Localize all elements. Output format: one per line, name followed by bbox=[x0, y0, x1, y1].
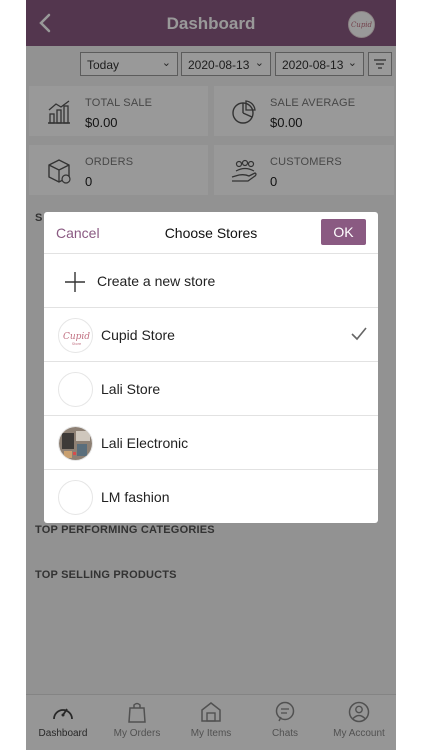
svg-text:Cupid: Cupid bbox=[63, 332, 90, 342]
ok-button[interactable]: OK bbox=[321, 219, 366, 245]
store-name: Cupid Store bbox=[101, 327, 175, 343]
store-name: Lali Store bbox=[101, 381, 161, 397]
store-logo-placeholder bbox=[58, 372, 93, 407]
choose-stores-dialog: Cancel Choose Stores OK Create a new sto… bbox=[44, 212, 378, 523]
store-name: Lali Electronic bbox=[101, 435, 189, 451]
cupid-logo: Cupid Store bbox=[58, 318, 93, 353]
store-row[interactable]: Cupid Store Cupid Store bbox=[44, 309, 378, 362]
store-row[interactable]: LM fashion bbox=[44, 471, 378, 523]
plus-icon bbox=[65, 272, 85, 292]
store-name: LM fashion bbox=[101, 489, 170, 505]
create-store-row[interactable]: Create a new store bbox=[44, 255, 378, 308]
store-logo-photo bbox=[58, 426, 93, 461]
svg-text:Store: Store bbox=[72, 342, 81, 346]
store-row[interactable]: Lali Electronic bbox=[44, 417, 378, 470]
dialog-header: Cancel Choose Stores OK bbox=[44, 212, 378, 254]
store-row[interactable]: Lali Store bbox=[44, 363, 378, 416]
store-logo-placeholder bbox=[58, 480, 93, 515]
checkmark-icon bbox=[351, 327, 367, 341]
create-store-label: Create a new store bbox=[97, 273, 216, 289]
